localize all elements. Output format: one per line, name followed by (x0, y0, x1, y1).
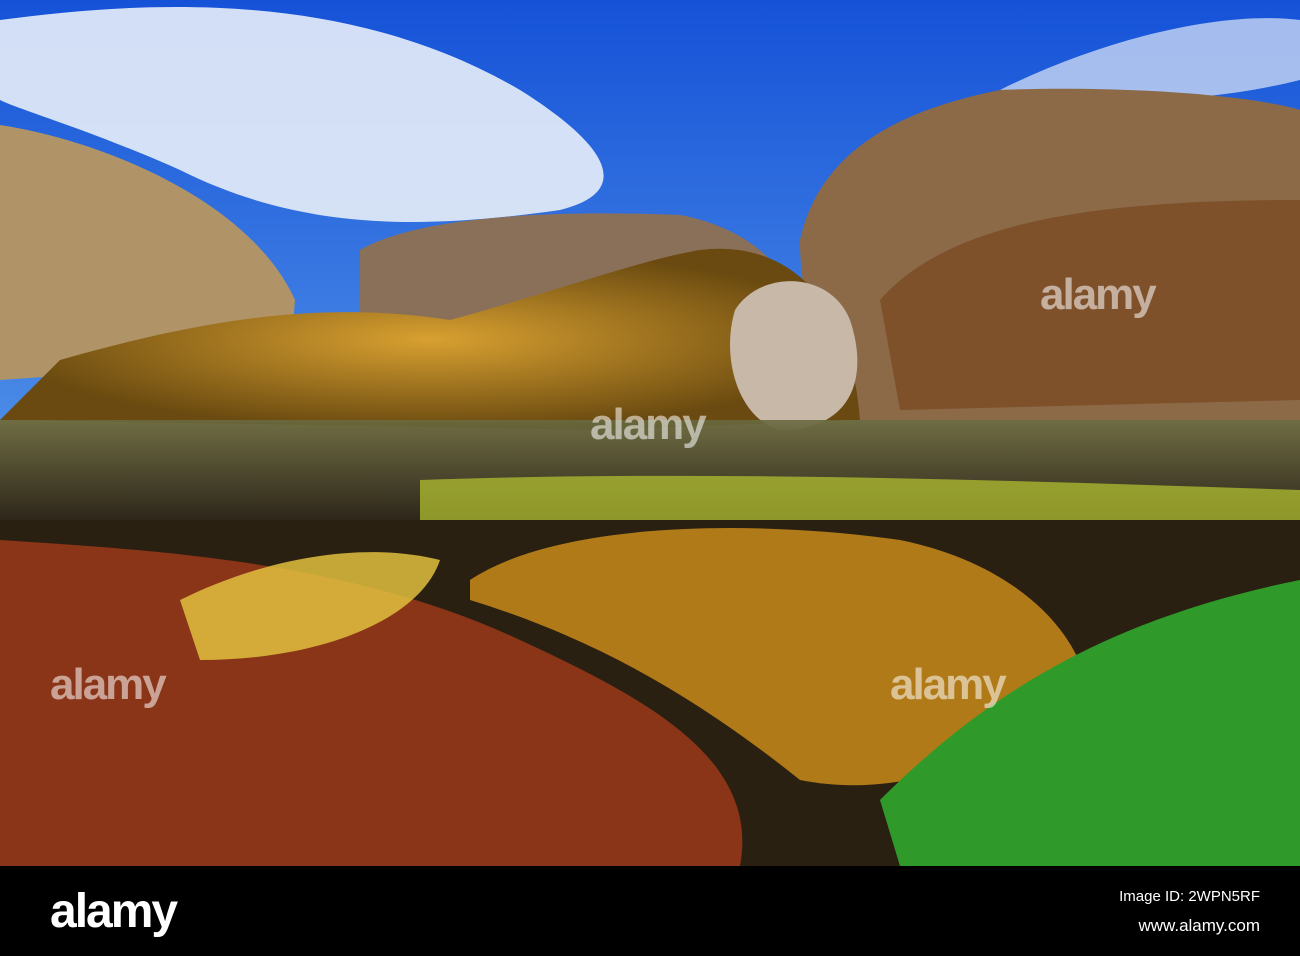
watermark: alamy (1040, 270, 1157, 319)
website-link[interactable]: www.alamy.com (1138, 916, 1260, 936)
kelp-blade-pale (730, 281, 858, 430)
watermark: alamy (590, 400, 707, 449)
image-id: Image ID: 2WPN5RF (1119, 888, 1260, 905)
stock-photo-page: alamy alamy alamy alamy alamy Image ID: … (0, 0, 1300, 956)
watermark: alamy (890, 660, 1007, 709)
split-level-tidepool-photo: alamy alamy alamy alamy (0, 0, 1300, 866)
footer-bar: alamy Image ID: 2WPN5RF www.alamy.com (0, 866, 1300, 956)
watermark: alamy (50, 660, 167, 709)
alamy-logo: alamy (50, 885, 178, 938)
